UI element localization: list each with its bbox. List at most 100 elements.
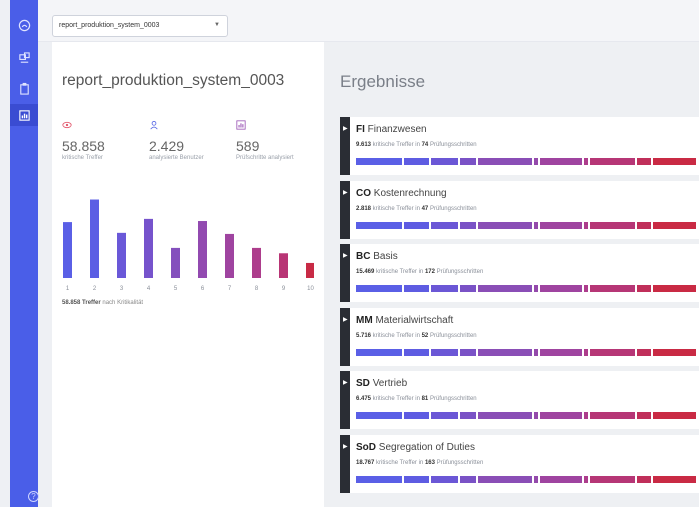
criticality-bar <box>356 349 696 356</box>
result-card[interactable]: ▶ SD Vertrieb 6.475 kritische Treffer in 8… <box>340 371 699 429</box>
criticality-segment <box>584 158 589 165</box>
criticality-segment <box>584 285 589 292</box>
chart-caption: 58.858 Treffer nach Kritikalität <box>62 300 143 306</box>
criticality-segment <box>590 222 636 229</box>
card-subtitle: 18.767 kritische Treffer in 163 Prüfungs… <box>356 460 483 466</box>
criticality-segment <box>459 222 476 229</box>
dashboard-icon[interactable] <box>10 14 38 36</box>
criticality-segment <box>637 349 651 356</box>
result-card[interactable]: ▶ SoD Segregation of Duties 18.767 kritisc… <box>340 435 699 493</box>
criticality-segment <box>459 158 476 165</box>
expand-arrow-icon[interactable]: ▶ <box>343 189 348 196</box>
expand-arrow-icon[interactable]: ▶ <box>343 125 348 132</box>
x-tick-label: 5 <box>174 286 178 292</box>
criticality-segment <box>637 412 651 419</box>
criticality-segment <box>356 349 403 356</box>
chart-bar[interactable] <box>252 247 261 278</box>
card-steps-text: Prüfungsschritten <box>434 460 484 466</box>
chart-bar[interactable] <box>198 221 207 278</box>
x-tick-label: 1 <box>66 286 70 292</box>
criticality-segment <box>540 285 583 292</box>
card-name: Kostenrechnung <box>373 188 447 199</box>
stat-value: 589 <box>236 138 260 154</box>
clipboard-icon[interactable] <box>10 77 38 99</box>
criticality-segment <box>459 412 476 419</box>
card-hits-text: kritische Treffer in <box>371 206 422 212</box>
criticality-bar <box>356 158 696 165</box>
help-icon[interactable]: ? <box>28 491 39 502</box>
criticality-segment <box>540 476 583 483</box>
card-subtitle: 2.818 kritische Treffer in 47 Prüfungssc… <box>356 206 477 212</box>
criticality-segment <box>637 476 651 483</box>
criticality-segment <box>540 349 583 356</box>
result-card[interactable]: ▶ CO Kostenrechnung 2.818 kritische Treffe… <box>340 181 699 239</box>
criticality-segment <box>356 285 403 292</box>
card-steps: 163 <box>424 460 435 466</box>
chart-bar[interactable] <box>171 247 180 278</box>
expand-arrow-icon[interactable]: ▶ <box>343 379 348 386</box>
chart-bar[interactable] <box>225 233 234 278</box>
result-card[interactable]: ▶ FI Finanzwesen 9.613 kritische Treffer i… <box>340 117 699 175</box>
stat-label: analysierte Benutzer <box>149 155 204 161</box>
card-code: SD <box>356 378 370 389</box>
card-title: CO Kostenrechnung <box>356 188 447 199</box>
chart-bar[interactable] <box>306 262 314 278</box>
criticality-segment <box>430 285 458 292</box>
criticality-segment <box>534 222 539 229</box>
criticality-segment <box>584 222 589 229</box>
expand-arrow-icon[interactable]: ▶ <box>343 316 348 323</box>
chart-bar[interactable] <box>117 232 126 278</box>
card-hits-text: kritische Treffer in <box>374 460 425 466</box>
criticality-segment <box>590 285 636 292</box>
criticality-segment <box>404 412 429 419</box>
criticality-segment <box>430 158 458 165</box>
user-icon <box>150 121 158 130</box>
criticality-segment <box>590 158 636 165</box>
card-subtitle: 6.475 kritische Treffer in 81 Prüfungssc… <box>356 396 477 402</box>
criticality-bar <box>356 476 696 483</box>
chevron-down-icon: ▼ <box>214 22 220 28</box>
card-hits: 2.818 <box>356 206 372 212</box>
criticality-segment <box>477 285 533 292</box>
criticality-segment <box>356 222 403 229</box>
criticality-segment <box>534 476 539 483</box>
result-card[interactable]: ▶ BC Basis 15.469 kritische Treffer in 172… <box>340 244 699 302</box>
x-tick-label: 4 <box>147 286 151 292</box>
card-steps-text: Prüfungsschritten <box>434 269 484 275</box>
card-hits: 5.716 <box>356 333 372 339</box>
expand-arrow-icon[interactable]: ▶ <box>343 443 348 450</box>
criticality-segment <box>356 476 403 483</box>
card-hits: 9.613 <box>356 142 372 148</box>
card-steps: 172 <box>424 269 435 275</box>
card-title: SD Vertrieb <box>356 378 407 389</box>
chart-bar[interactable] <box>63 222 72 278</box>
card-name: Segregation of Duties <box>378 442 475 453</box>
expand-arrow-icon[interactable]: ▶ <box>343 252 348 259</box>
card-code: CO <box>356 188 371 199</box>
result-card[interactable]: ▶ MM Materialwirtschaft 5.716 kritische Tr… <box>340 308 699 366</box>
criticality-bar-chart: 1 2 3 4 5 6 7 8 9 10 <box>63 199 314 292</box>
card-hits-text: kritische Treffer in <box>374 269 425 275</box>
criticality-segment <box>430 222 458 229</box>
criticality-segment <box>430 349 458 356</box>
criticality-segment <box>584 476 589 483</box>
criticality-segment <box>404 476 429 483</box>
card-hits-text: kritische Treffer in <box>371 142 422 148</box>
card-hits: 6.475 <box>356 396 372 402</box>
card-code: FI <box>356 124 365 135</box>
report-select[interactable]: report_produktion_system_0003 ▼ <box>52 15 228 37</box>
systems-icon[interactable] <box>10 47 38 69</box>
criticality-segment <box>652 476 696 483</box>
x-tick-label: 7 <box>228 286 232 292</box>
chart-bar[interactable] <box>144 218 153 278</box>
chart-bar[interactable] <box>279 253 288 278</box>
reports-icon[interactable] <box>10 104 38 126</box>
card-subtitle: 5.716 kritische Treffer in 52 Prüfungssc… <box>356 333 477 339</box>
card-title: MM Materialwirtschaft <box>356 315 453 326</box>
card-name: Materialwirtschaft <box>375 315 454 326</box>
chart-bar[interactable] <box>90 199 99 278</box>
x-tick-label: 9 <box>282 286 286 292</box>
criticality-segment <box>477 222 533 229</box>
card-code: MM <box>356 315 373 326</box>
criticality-segment <box>430 412 458 419</box>
